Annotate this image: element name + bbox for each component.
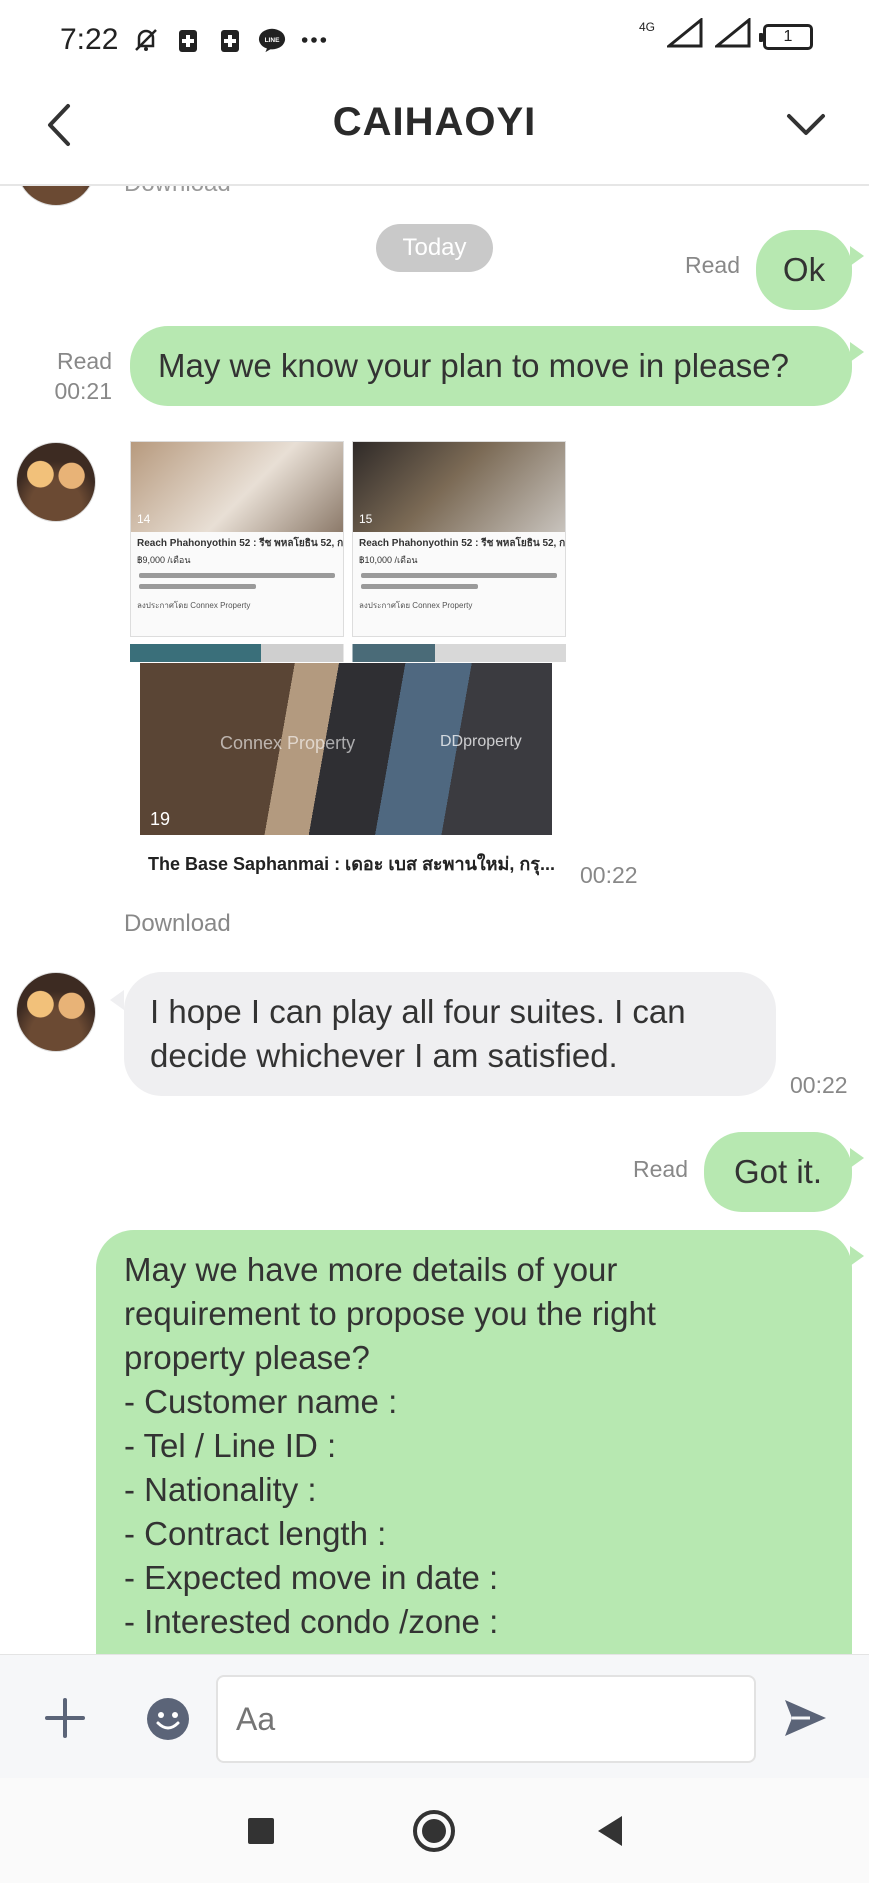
triangle-back-icon [598,1816,622,1846]
message-input-bar [0,1654,869,1778]
property-title: The Base Saphanmai : เดอะ เบส สะพานใหม่,… [148,854,555,874]
property-card: 15 Reach Phahonyothin 52 : รีช พหลโยธิน … [352,441,566,637]
battery-level: 1 [783,28,793,45]
system-status: 4G 1 [638,16,813,56]
property-photo: 14 [131,442,343,532]
property-agent: ลงประกาศโดย Connex Property [137,601,251,610]
property-title: Reach Phahonyothin 52 : รีช พหลโยธิน 52,… [137,538,343,549]
chat-title: CAIHAOYI [332,100,537,144]
smiley-icon [147,1698,189,1740]
photo-count: 14 [137,512,151,526]
bubble-tail [850,342,864,362]
signal-icon [712,16,751,56]
text-line [139,573,335,578]
mute-bell-icon [132,26,160,54]
property-photo-large: Connex Property DDproperty 19 [140,663,552,835]
photo-count: 15 [359,512,373,526]
emoji-button[interactable] [146,1697,190,1741]
outgoing-message[interactable]: Got it. [704,1132,852,1212]
message-line: - Customer name : [124,1383,398,1420]
bubble-tail [850,1246,864,1266]
card-strip [130,644,566,662]
message-list[interactable]: Download Today Read Ok Read 00:21 May we… [0,186,869,1654]
message-meta: Read 00:21 [20,346,112,406]
outgoing-message[interactable]: May we know your plan to move in please? [130,326,852,406]
message-line: - Tel / Line ID : [124,1427,337,1464]
system-navigation-bar [0,1778,869,1883]
incoming-message[interactable]: I hope I can play all four suites. I can… [124,972,776,1096]
more-dots-icon [300,26,328,54]
property-photo: 15 [353,442,565,532]
avatar[interactable] [16,442,96,522]
add-attachment-button[interactable] [44,1697,86,1739]
property-card: 14 Reach Phahonyothin 52 : รีช พหลโยธิน … [130,441,344,637]
download-link[interactable]: Download [124,910,231,938]
message-time: 00:21 [54,378,112,404]
property-price: ฿10,000 /เดือน [359,555,418,565]
read-receipt: Read [633,1156,688,1182]
bubble-tail [110,990,124,1010]
bubble-tail [850,1148,864,1168]
date-separator: Today [376,224,493,272]
recent-apps-button[interactable] [238,1808,284,1854]
home-button[interactable] [411,1808,457,1854]
photo-count: 19 [150,809,171,829]
outgoing-message[interactable]: Ok [756,230,852,310]
signal-icon [664,16,703,56]
line-app-icon: LINE [258,26,286,54]
message-text: I hope I can play all four suites. I can… [150,993,686,1074]
square-icon [248,1818,274,1844]
chat-menu-button[interactable] [783,102,829,148]
message-line: - Contract length : [124,1515,387,1552]
app-notification-icon [216,26,244,54]
outgoing-message[interactable]: May we have more details of your require… [96,1230,852,1654]
circle-icon [413,1810,455,1852]
plus-icon [45,1698,85,1738]
message-line: requirement to propose you the right [124,1295,656,1332]
message-input[interactable] [216,1675,756,1763]
network-type-label: 4G [638,20,655,34]
image-message[interactable]: 14 Reach Phahonyothin 52 : รีช พหลโยธิน … [130,441,566,885]
message-line: May we have more details of your [124,1251,618,1288]
property-price: ฿9,000 /เดือน [137,555,191,565]
send-button[interactable] [782,1695,828,1741]
message-line: - Expected move in date : [124,1559,499,1596]
message-line: property please? [124,1339,370,1376]
line-chat-screen: 7:22 LINE 4G 1 CAIHAOYI Today Read Ok Re… [0,0,869,1883]
message-text: May we know your plan to move in please? [158,347,789,384]
avatar[interactable] [16,186,96,206]
message-time: 00:22 [790,1072,848,1098]
message-line: - Interested condo /zone : [124,1603,499,1640]
notification-icons: LINE [132,26,328,54]
text-line [361,573,557,578]
read-receipt: Read [57,348,112,374]
property-title: Reach Phahonyothin 52 : รีช พหลโยธิน 52,… [359,538,565,549]
status-time: 7:22 [60,23,119,56]
bubble-tail [850,246,864,266]
chevron-down-icon [787,114,825,135]
avatar[interactable] [16,972,96,1052]
send-arrow-icon [785,1700,826,1736]
message-text: Got it. [733,1153,823,1190]
photo-watermark: Connex Property [220,733,356,753]
svg-text:LINE: LINE [265,37,280,44]
battery-icon: 1 [759,24,813,50]
message-text: Ok [782,251,826,288]
message-time: 00:22 [580,862,638,888]
message-line: - Nationality : [124,1471,317,1508]
app-notification-icon [174,26,202,54]
download-link[interactable]: Download [124,186,231,198]
status-bar: 7:22 LINE 4G 1 [0,0,869,80]
back-nav-button[interactable] [588,1808,634,1854]
photo-brand: DDproperty [440,733,522,750]
property-agent: ลงประกาศโดย Connex Property [359,601,473,610]
chat-header: CAIHAOYI [0,80,869,186]
read-receipt: Read [685,252,740,278]
